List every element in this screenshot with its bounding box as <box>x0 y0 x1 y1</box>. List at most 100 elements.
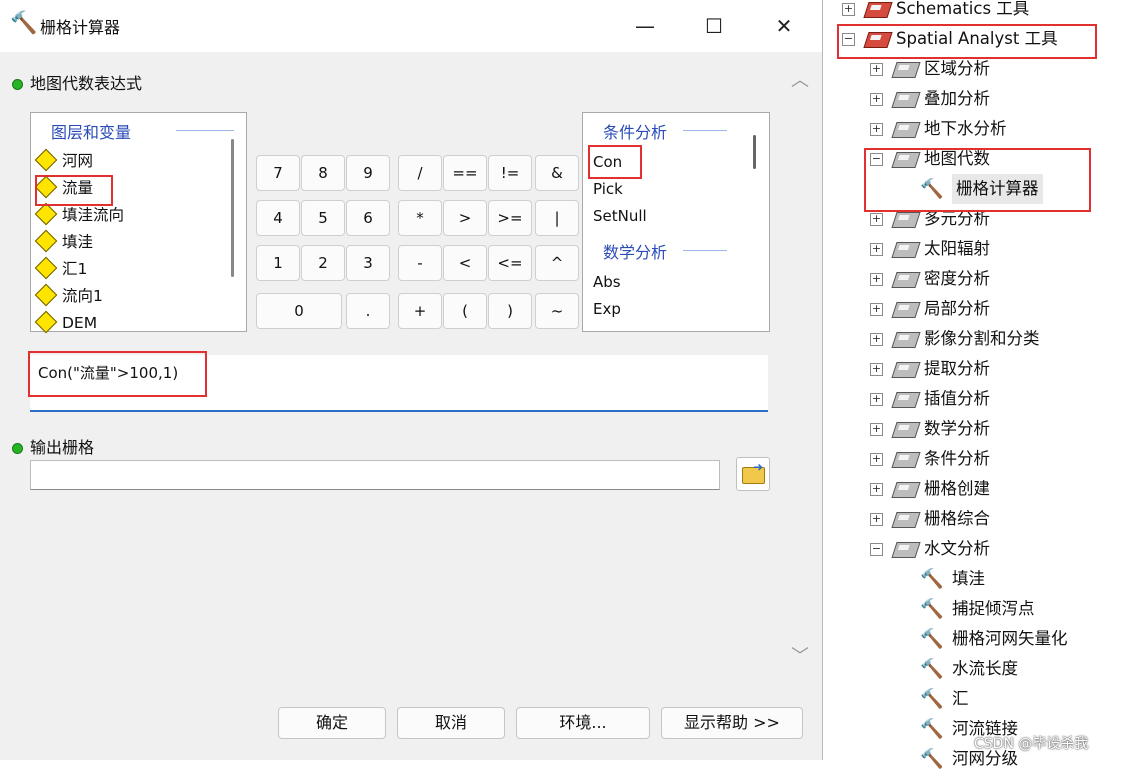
calc-key[interactable]: . <box>346 293 390 329</box>
show-help-button[interactable]: 显示帮助 >> <box>661 707 803 739</box>
tree-tool-item[interactable]: 🔨 捕捉倾泻点 <box>828 594 1126 624</box>
toolset-icon <box>891 542 921 558</box>
scroll-down-icon[interactable]: ﹀ <box>791 648 809 666</box>
calc-key[interactable]: 9 <box>346 155 390 191</box>
tree-toolset-item[interactable]: + 太阳辐射 <box>828 234 1126 264</box>
tree-toolset-item[interactable]: + 局部分析 <box>828 294 1126 324</box>
tree-tool-item[interactable]: 🔨 栅格河网矢量化 <box>828 624 1126 654</box>
close-button[interactable]: ✕ <box>767 10 801 42</box>
function-item[interactable]: SetNull <box>583 203 647 230</box>
calc-key[interactable]: 2 <box>301 245 345 281</box>
tree-toolset-item[interactable]: + 影像分割和分类 <box>828 324 1126 354</box>
toolset-icon <box>891 62 921 78</box>
expand-icon[interactable]: + <box>870 513 883 526</box>
tree-toolset-item[interactable]: + 密度分析 <box>828 264 1126 294</box>
expand-icon[interactable]: + <box>870 393 883 406</box>
environments-button[interactable]: 环境... <box>516 707 650 739</box>
layers-list[interactable]: 图层和变量 河网 流量 填洼流向 填洼 汇1 流向1 DEM <box>30 112 247 334</box>
tree-toolset-item[interactable]: + 栅格创建 <box>828 474 1126 504</box>
calc-key[interactable]: 1 <box>256 245 300 281</box>
tree-item-label: 局部分析 <box>924 299 990 318</box>
expand-icon[interactable]: + <box>870 363 883 376</box>
expand-icon[interactable]: + <box>870 423 883 436</box>
expand-icon[interactable]: + <box>870 93 883 106</box>
calc-key[interactable]: ( <box>443 293 487 329</box>
calc-key[interactable]: >= <box>488 200 532 236</box>
cancel-button[interactable]: 取消 <box>397 707 505 739</box>
browse-folder-button[interactable]: ➜ <box>736 457 770 491</box>
expand-icon[interactable]: + <box>842 3 855 16</box>
function-item[interactable]: Abs <box>583 269 621 296</box>
tree-toolset-item[interactable]: + 地下水分析 <box>828 114 1126 144</box>
expand-icon[interactable]: + <box>870 123 883 136</box>
expand-icon[interactable]: + <box>870 453 883 466</box>
layer-item-label: 汇1 <box>62 260 88 278</box>
expand-icon[interactable]: + <box>870 243 883 256</box>
expand-icon[interactable]: + <box>870 273 883 286</box>
tree-tool-item[interactable]: 🔨 汇 <box>828 684 1126 714</box>
calc-key[interactable]: 5 <box>301 200 345 236</box>
layer-item[interactable]: 汇1 <box>34 256 124 283</box>
calc-key[interactable]: <= <box>488 245 532 281</box>
function-item[interactable]: Exp <box>583 296 621 323</box>
title-bar: 🔨 栅格计算器 — ☐ ✕ <box>0 0 822 52</box>
tool-hammer-icon: 🔨 <box>920 718 944 740</box>
dialog-scrollbar[interactable]: ︿ ﹀ <box>788 62 812 688</box>
calc-key[interactable]: + <box>398 293 442 329</box>
layer-item[interactable]: 流向1 <box>34 283 124 310</box>
expand-icon[interactable]: + <box>870 213 883 226</box>
calc-key[interactable]: 8 <box>301 155 345 191</box>
layer-item[interactable]: 填洼流向 <box>34 202 124 229</box>
required-dot-icon <box>12 79 23 90</box>
calc-key[interactable]: 6 <box>346 200 390 236</box>
calc-key[interactable]: & <box>535 155 579 191</box>
calc-key[interactable]: 3 <box>346 245 390 281</box>
scroll-up-icon[interactable]: ︿ <box>791 72 809 90</box>
tree-tool-item[interactable]: 🔨 水流长度 <box>828 654 1126 684</box>
tree-toolset-item[interactable]: + 数学分析 <box>828 414 1126 444</box>
tree-tool-item[interactable]: 🔨 填洼 <box>828 564 1126 594</box>
group-divider <box>683 130 727 131</box>
required-dot-icon <box>12 443 23 454</box>
calc-key[interactable]: ) <box>488 293 532 329</box>
calc-key[interactable]: == <box>443 155 487 191</box>
tree-item-label: Schematics 工具 <box>896 0 1030 18</box>
calc-key[interactable]: - <box>398 245 442 281</box>
calc-key[interactable]: 4 <box>256 200 300 236</box>
tree-item-label: 填洼 <box>952 569 985 588</box>
calc-key[interactable]: > <box>443 200 487 236</box>
toolset-icon <box>891 92 921 108</box>
calc-key[interactable]: 7 <box>256 155 300 191</box>
expand-icon[interactable]: + <box>870 483 883 496</box>
calc-key[interactable]: ~ <box>535 293 579 329</box>
calc-key[interactable]: ^ <box>535 245 579 281</box>
tree-toolset-item[interactable]: − 水文分析 <box>828 534 1126 564</box>
minimize-button[interactable]: — <box>628 10 662 42</box>
output-raster-input[interactable] <box>30 460 720 490</box>
expand-icon[interactable]: + <box>870 333 883 346</box>
tree-toolset-item[interactable]: + 条件分析 <box>828 444 1126 474</box>
tree-toolset-item[interactable]: + 叠加分析 <box>828 84 1126 114</box>
layer-item[interactable]: 填洼 <box>34 229 124 256</box>
layer-item[interactable]: 河网 <box>34 148 124 175</box>
calc-key[interactable]: * <box>398 200 442 236</box>
layer-item[interactable]: DEM <box>34 310 124 337</box>
calc-key[interactable]: 0 <box>256 293 342 329</box>
tree-toolset-item[interactable]: + 提取分析 <box>828 354 1126 384</box>
calc-key[interactable]: | <box>535 200 579 236</box>
ok-button[interactable]: 确定 <box>278 707 386 739</box>
tree-toolset-item[interactable]: + Schematics 工具 <box>828 0 1126 24</box>
function-item[interactable]: Pick <box>583 176 647 203</box>
toolset-icon <box>891 422 921 438</box>
collapse-icon[interactable]: − <box>870 543 883 556</box>
calc-key[interactable]: / <box>398 155 442 191</box>
calc-key[interactable]: != <box>488 155 532 191</box>
functions-scrollbar[interactable] <box>753 135 756 169</box>
maximize-button[interactable]: ☐ <box>697 10 731 42</box>
tree-toolset-item[interactable]: + 插值分析 <box>828 384 1126 414</box>
tree-toolset-item[interactable]: + 栅格综合 <box>828 504 1126 534</box>
layers-scrollbar[interactable] <box>231 139 234 277</box>
expand-icon[interactable]: + <box>870 63 883 76</box>
calc-key[interactable]: < <box>443 245 487 281</box>
expand-icon[interactable]: + <box>870 303 883 316</box>
